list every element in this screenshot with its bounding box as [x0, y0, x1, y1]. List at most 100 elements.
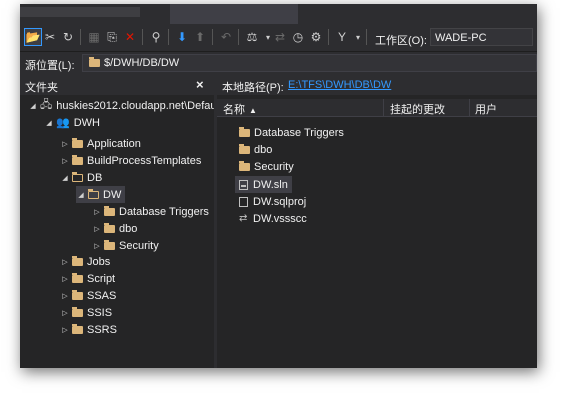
list-item[interactable]: dbo — [239, 141, 272, 158]
tree-item-database-triggers[interactable]: ▷ Database Triggers — [92, 203, 209, 220]
list-item[interactable]: Security — [239, 158, 294, 175]
new-folder-disabled-icon: ▦ — [88, 30, 100, 44]
open-folder-icon — [88, 188, 99, 199]
solution-file-icon — [239, 179, 248, 190]
tree-item-ssis[interactable]: ▷ SSIS — [60, 304, 112, 321]
collapsed-arrow-icon[interactable]: ▷ — [60, 275, 70, 283]
expanded-arrow-icon[interactable]: ◢ — [60, 174, 70, 182]
active-document-tab[interactable] — [170, 4, 298, 24]
folder-icon — [72, 306, 83, 317]
column-header-name[interactable]: 名称 ▲ — [223, 101, 257, 117]
folder-icon — [72, 289, 83, 300]
expanded-arrow-icon[interactable]: ◢ — [76, 191, 86, 199]
list-item[interactable]: DW.sqlproj — [239, 193, 306, 210]
tree-item-ssas[interactable]: ▷ SSAS — [60, 287, 116, 304]
toolbar-separator — [80, 29, 81, 45]
get-latest-icon[interactable]: ⬇ — [174, 29, 190, 45]
tree-item-jobs[interactable]: ▷ Jobs — [60, 253, 110, 270]
history-icon[interactable]: ◷ — [290, 29, 306, 45]
tree-item-db[interactable]: ◢ DB — [60, 169, 102, 186]
source-location-path: $/DWH/DB/DW — [104, 57, 180, 69]
list-item[interactable]: ⇄ DW.vssscc — [239, 210, 307, 227]
collapsed-arrow-icon[interactable]: ▷ — [92, 242, 102, 250]
open-folder-icon — [72, 171, 83, 182]
annotate-disabled-icon: ⇄ — [274, 30, 286, 44]
check-in-disabled-icon: ⬆ — [194, 30, 206, 44]
collapsed-arrow-icon[interactable]: ▷ — [60, 140, 70, 148]
toolbar-separator — [238, 29, 239, 45]
source-control-explorer-window: 📂 ✂ ↻ ▦ ⎘ ✕ ⚲ ⬇ ⬆ ↶ ⚖ ▾ ⇄ ◷ ⚙ Y ▾ 工作区(O)… — [20, 4, 537, 368]
column-divider[interactable] — [383, 99, 384, 116]
refresh-icon[interactable]: ↻ — [60, 29, 76, 45]
folder-icon — [239, 126, 250, 137]
toolbar-separator — [328, 29, 329, 45]
document-tab-strip — [20, 4, 537, 24]
local-path-bar: 本地路径(P): E:\TFS\DWH\DB\DW — [217, 75, 537, 95]
collapsed-arrow-icon[interactable]: ▷ — [60, 292, 70, 300]
column-header-pending-change[interactable]: 挂起的更改 — [390, 101, 445, 117]
folder-icon — [89, 57, 100, 70]
toolbar-separator — [142, 29, 143, 45]
folder-icon — [72, 137, 83, 148]
expanded-arrow-icon[interactable]: ◢ — [44, 119, 54, 127]
tree-item-dwh[interactable]: ◢ 👥 DWH — [44, 114, 100, 131]
add-items-icon[interactable]: ⎘ — [104, 29, 120, 45]
tree-item-dw[interactable]: ◢ DW — [76, 186, 126, 203]
sort-ascending-icon: ▲ — [249, 106, 257, 115]
tree-item-server[interactable]: ◢ 🖧 huskies2012.cloudapp.net\DefaultColl… — [28, 97, 214, 114]
folders-panel: 文件夹 × ◢ 🖧 huskies2012.cloudapp.net\Defau… — [20, 75, 214, 368]
list-item-selected[interactable]: DW.sln — [235, 176, 292, 193]
source-location-input[interactable]: $/DWH/DB/DW — [82, 54, 537, 72]
workspace-dropdown[interactable]: WADE-PC — [430, 28, 533, 46]
folder-icon — [104, 239, 115, 250]
local-path-link[interactable]: E:\TFS\DWH\DB\DW — [288, 79, 391, 91]
tree-item-application[interactable]: ▷ Application — [60, 135, 141, 152]
tree-item-buildprocesstemplates[interactable]: ▷ BuildProcessTemplates — [60, 152, 201, 169]
local-path-label: 本地路径(P): — [222, 82, 284, 94]
team-project-icon: 👥 — [56, 117, 70, 129]
source-control-binding-icon: ⇄ — [239, 213, 248, 224]
folder-icon — [72, 272, 83, 283]
toolbar: 📂 ✂ ↻ ▦ ⎘ ✕ ⚲ ⬇ ⬆ ↶ ⚖ ▾ ⇄ ◷ ⚙ Y ▾ 工作区(O)… — [20, 24, 537, 52]
folders-panel-title: 文件夹 — [25, 82, 58, 94]
branch-icon[interactable]: ⚲ — [148, 29, 164, 45]
tree-item-script[interactable]: ▷ Script — [60, 270, 115, 287]
contents-panel: 本地路径(P): E:\TFS\DWH\DB\DW 名称 ▲ 挂起的更改 用户 D… — [217, 75, 537, 368]
column-header-user[interactable]: 用户 — [475, 101, 497, 117]
tree-item-security[interactable]: ▷ Security — [92, 237, 159, 254]
delete-icon[interactable]: ✕ — [122, 29, 138, 45]
undo-disabled-icon: ↶ — [220, 30, 232, 44]
branching-dropdown-icon[interactable]: ▾ — [350, 29, 366, 45]
workspace-label: 工作区(O): — [375, 35, 427, 47]
close-icon[interactable]: × — [196, 77, 204, 92]
toolbar-separator — [366, 29, 367, 45]
map-icon[interactable]: ✂ — [42, 29, 58, 45]
properties-icon[interactable]: ⚙ — [308, 29, 324, 45]
folder-icon — [239, 160, 250, 171]
folders-toggle-icon[interactable]: 📂 — [24, 28, 42, 46]
collapsed-arrow-icon[interactable]: ▷ — [60, 258, 70, 266]
folders-panel-header: 文件夹 × — [20, 75, 214, 95]
collapsed-arrow-icon[interactable]: ▷ — [60, 157, 70, 165]
folder-icon — [72, 323, 83, 334]
compare-icon[interactable]: ⚖ — [244, 29, 260, 45]
column-divider[interactable] — [469, 99, 470, 116]
collapsed-arrow-icon[interactable]: ▷ — [60, 309, 70, 317]
collapsed-arrow-icon[interactable]: ▷ — [60, 326, 70, 334]
toolbar-separator — [168, 29, 169, 45]
tree-item-dbo[interactable]: ▷ dbo — [92, 220, 137, 237]
tree-item-ssrs[interactable]: ▷ SSRS — [60, 321, 117, 338]
folder-icon — [72, 154, 83, 165]
collapsed-arrow-icon[interactable]: ▷ — [92, 208, 102, 216]
folder-tree: ◢ 🖧 huskies2012.cloudapp.net\DefaultColl… — [20, 95, 214, 368]
folder-icon — [239, 143, 250, 154]
toolbar-separator — [212, 29, 213, 45]
list-item[interactable]: Database Triggers — [239, 124, 344, 141]
project-file-icon — [239, 196, 248, 207]
branching-icon[interactable]: Y — [334, 29, 350, 45]
collapsed-arrow-icon[interactable]: ▷ — [92, 225, 102, 233]
source-location-bar: 源位置(L): $/DWH/DB/DW — [20, 52, 537, 74]
expanded-arrow-icon[interactable]: ◢ — [28, 102, 38, 110]
folder-icon — [104, 205, 115, 216]
column-headers: 名称 ▲ 挂起的更改 用户 — [217, 99, 537, 117]
